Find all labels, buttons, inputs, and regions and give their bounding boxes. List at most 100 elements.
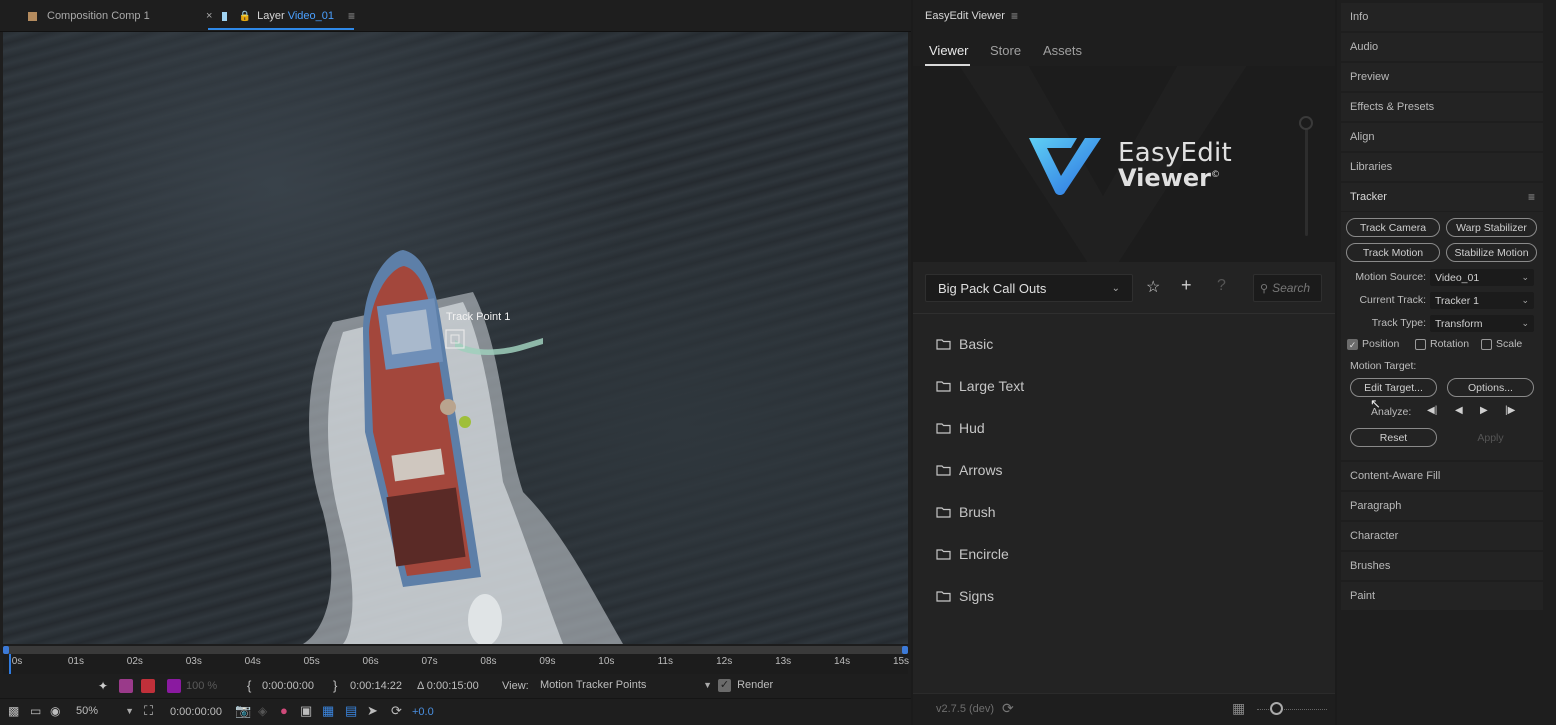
rotation-checkbox[interactable]: Rotation (1415, 338, 1469, 350)
search-field[interactable]: ⚲ Search (1253, 274, 1322, 302)
panel-preview[interactable]: Preview (1341, 63, 1543, 91)
reset-exposure-icon[interactable]: ⟳ (391, 703, 402, 719)
panel-label: Tracker (1350, 191, 1387, 203)
playhead[interactable] (9, 654, 11, 674)
folder-item[interactable]: Encircle (936, 542, 1009, 566)
panel-paint[interactable]: Paint (1341, 582, 1543, 610)
grid-view-icon[interactable]: ▦ (1232, 700, 1245, 717)
current-timecode[interactable]: 0:00:00:00 (170, 706, 222, 718)
warp-stabilizer-button[interactable]: Warp Stabilizer (1446, 218, 1537, 237)
tab-assets[interactable]: Assets (1043, 43, 1082, 58)
refresh-icon[interactable]: ⟳ (1002, 700, 1014, 717)
exposure-value[interactable]: +0.0 (412, 706, 434, 718)
folder-item[interactable]: Brush (936, 500, 996, 524)
view-dropdown[interactable]: Motion Tracker Points ▼ (540, 679, 712, 691)
zoom-slider-track[interactable] (1257, 709, 1327, 710)
layer-viewer[interactable]: Track Point 1 (3, 32, 908, 644)
panel-character[interactable]: Character (1341, 522, 1543, 550)
track-motion-button[interactable]: Track Motion (1346, 243, 1440, 262)
mask-icon[interactable]: ▤ (345, 703, 357, 719)
camera-icon[interactable]: 📷 (235, 703, 251, 719)
reset-button[interactable]: Reset (1350, 428, 1437, 447)
pack-dropdown[interactable]: Big Pack Call Outs ⌄ (925, 274, 1133, 302)
star-icon[interactable]: ☆ (1146, 277, 1160, 297)
zoom-dropdown[interactable]: 50% ▼ (76, 705, 134, 717)
folder-item[interactable]: Hud (936, 416, 985, 440)
panel-tracker[interactable]: Tracker ≡ (1341, 183, 1543, 211)
panel-content-aware-fill[interactable]: Content-Aware Fill (1341, 462, 1543, 490)
chevron-down-icon: ⌄ (1521, 318, 1529, 328)
work-area-bar[interactable] (3, 646, 908, 654)
panel-label: Libraries (1350, 161, 1393, 173)
scale-checkbox[interactable]: Scale (1481, 338, 1522, 350)
analyze-forward-icon[interactable]: ▶ (1480, 405, 1488, 416)
help-icon[interactable]: ? (1217, 277, 1226, 295)
panel-audio[interactable]: Audio (1341, 33, 1543, 61)
track-point-label[interactable]: Track Point 1 (446, 311, 510, 323)
folder-item[interactable]: Arrows (936, 458, 1003, 482)
color-channels-icon[interactable]: ● (280, 703, 288, 718)
panel-title: EasyEdit Viewer (925, 10, 1005, 22)
logo-mark: © (1210, 170, 1220, 180)
opacity-value[interactable]: 100 % (186, 680, 217, 692)
walk-icon[interactable]: ✦ (98, 679, 108, 693)
render-checkbox[interactable]: ✓ Render (718, 679, 773, 692)
panel-align[interactable]: Align (1341, 123, 1543, 151)
lock-icon[interactable]: 🔒 (239, 11, 251, 22)
snapshot-icon[interactable] (119, 679, 133, 693)
panel-brushes[interactable]: Brushes (1341, 552, 1543, 580)
panel-info[interactable]: Info (1341, 3, 1543, 31)
monitor-icon[interactable]: ▭ (30, 704, 41, 718)
track-camera-button[interactable]: Track Camera (1346, 218, 1440, 237)
zoom-slider-knob[interactable] (1270, 702, 1283, 715)
out-time[interactable]: 0:00:14:22 (350, 680, 402, 692)
color-mode-icon[interactable] (167, 679, 181, 693)
frame-icon[interactable]: ▣ (300, 703, 312, 719)
3d-glasses-icon[interactable]: ◉ (50, 704, 60, 718)
banner-slider-track[interactable] (1305, 118, 1308, 236)
folder-item[interactable]: Large Text (936, 374, 1024, 398)
panel-effects-presets[interactable]: Effects & Presets (1341, 93, 1543, 121)
analyze-backward-icon[interactable]: ◀ (1455, 405, 1463, 416)
panel-menu-icon[interactable]: ≡ (1011, 9, 1018, 23)
position-label: Position (1362, 338, 1400, 350)
analyze-back-one-frame-icon[interactable]: ◀| (1427, 405, 1437, 416)
position-checkbox[interactable]: ✓ Position (1347, 338, 1399, 350)
panel-paragraph[interactable]: Paragraph (1341, 492, 1543, 520)
options-button[interactable]: Options... (1447, 378, 1534, 397)
plus-icon[interactable]: + (1181, 275, 1192, 296)
folder-item[interactable]: Basic (936, 332, 993, 356)
always-preview-icon[interactable]: ▩ (8, 704, 19, 718)
folder-item[interactable]: Signs (936, 584, 994, 608)
work-area-end-handle[interactable] (902, 646, 908, 654)
analyze-forward-one-frame-icon[interactable]: |▶ (1505, 405, 1515, 416)
stabilize-motion-button[interactable]: Stabilize Motion (1446, 243, 1537, 262)
tab-viewer[interactable]: Viewer (929, 43, 969, 58)
motion-target-label: Motion Target: (1350, 360, 1417, 372)
folder-icon (936, 591, 951, 602)
in-time[interactable]: 0:00:00:00 (262, 680, 314, 692)
show-snapshot-icon[interactable]: ◈ (258, 704, 267, 718)
track-type-dropdown[interactable]: Transform ⌄ (1430, 315, 1534, 332)
current-track-dropdown[interactable]: Tracker 1 ⌄ (1430, 292, 1534, 309)
banner-slider-knob[interactable] (1299, 116, 1313, 130)
tab-store[interactable]: Store (990, 43, 1021, 58)
region-of-interest-icon[interactable]: ⛶ (144, 703, 153, 719)
logo-text-line2: Viewer© (1118, 164, 1220, 192)
motion-source-dropdown[interactable]: Video_01 ⌄ (1430, 269, 1534, 286)
motion-source-label: Motion Source: (1355, 271, 1426, 283)
tab-composition[interactable]: Composition Comp 1 (28, 0, 150, 32)
work-area-start-handle[interactable] (3, 646, 9, 654)
shy-icon[interactable] (141, 679, 155, 693)
out-point-icon[interactable]: } (333, 678, 337, 693)
panel-menu-icon[interactable]: ≡ (348, 9, 355, 23)
in-point-icon[interactable]: { (247, 678, 251, 693)
fast-preview-icon[interactable]: ➤ (367, 703, 378, 719)
panel-menu-icon[interactable]: ≡ (1528, 190, 1535, 204)
edit-target-button[interactable]: Edit Target... (1350, 378, 1437, 397)
chevron-down-icon: ⌄ (1521, 295, 1529, 305)
panel-libraries[interactable]: Libraries (1341, 153, 1543, 181)
time-ruler[interactable]: 0s 01s 02s 03s 04s 05s 06s 07s 08s 09s 10s 11s 12s 13… (3, 644, 909, 674)
transparency-grid-icon[interactable]: ▦ (322, 703, 334, 719)
tab-layer[interactable]: 🔒 Layer Video_01 ≡ (208, 0, 355, 32)
